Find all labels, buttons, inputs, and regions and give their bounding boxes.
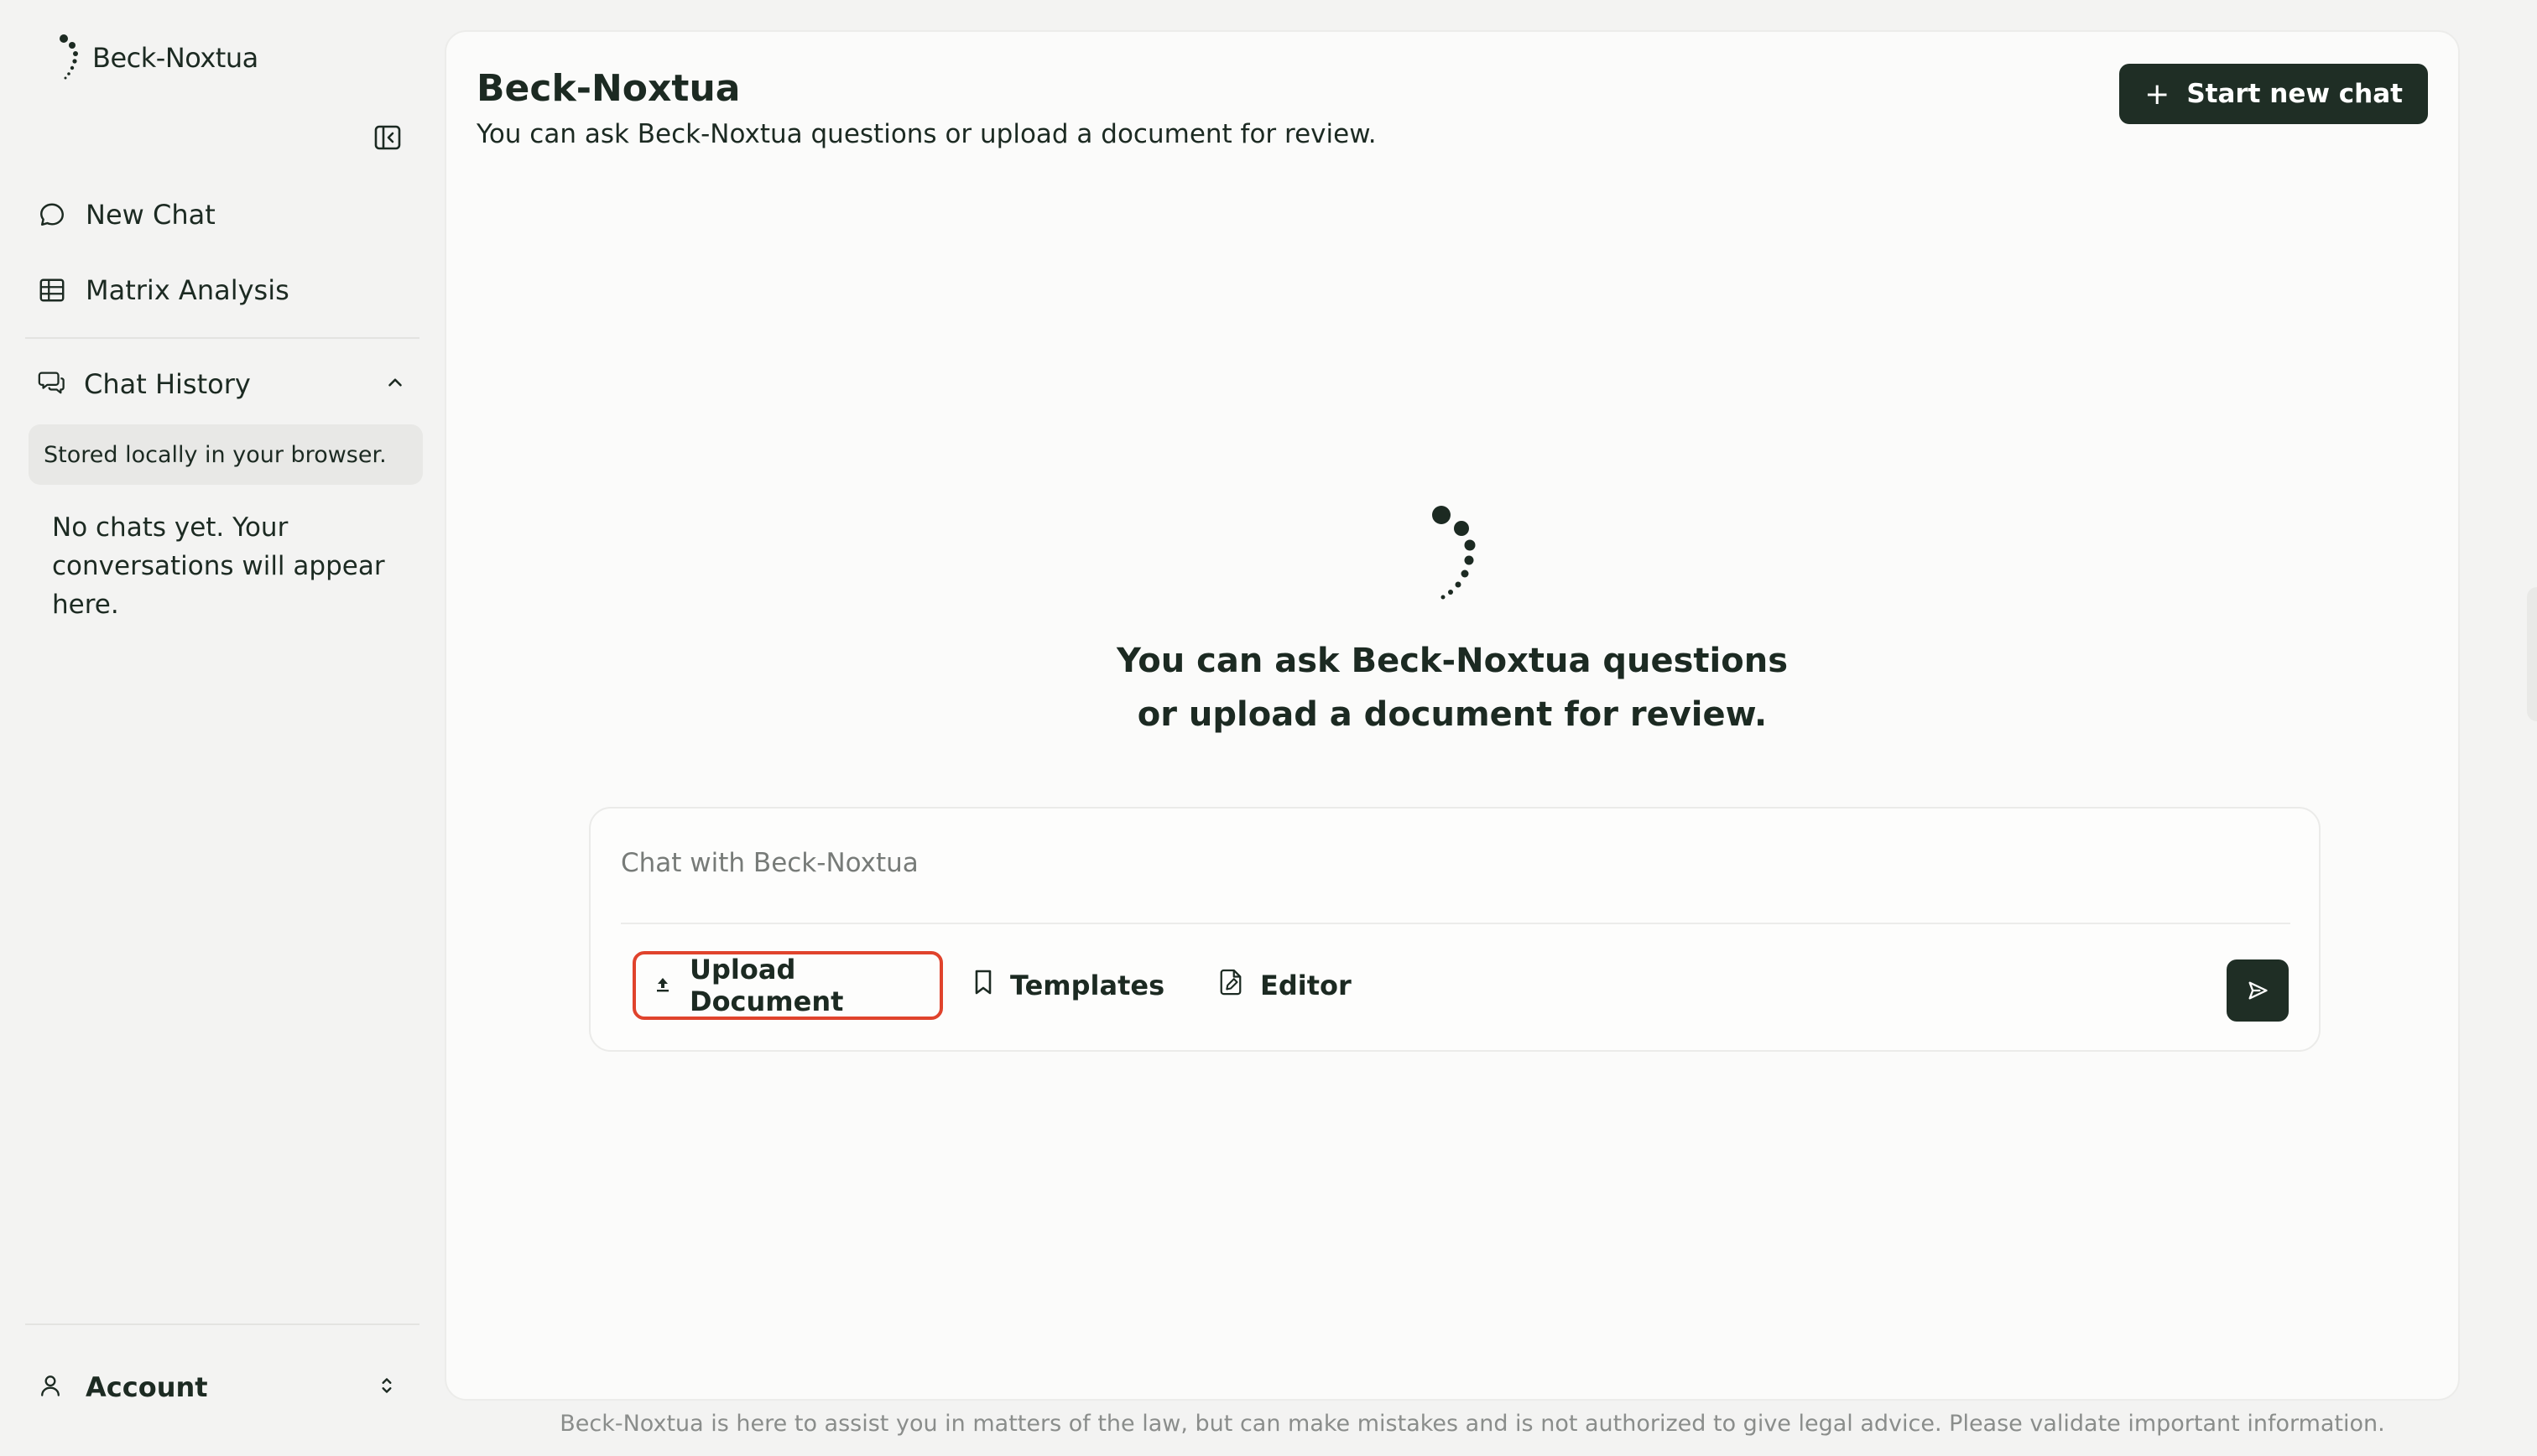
- upload-document-button[interactable]: Upload Document: [633, 951, 943, 1020]
- hero-line-1: You can ask Beck-Noxtua questions: [1116, 642, 1789, 680]
- empty-chats-message: No chats yet. Your conversations will ap…: [52, 512, 385, 620]
- chat-bubble-icon: [37, 200, 67, 230]
- legal-disclaimer: Beck-Noxtua is here to assist you in mat…: [560, 1411, 2385, 1437]
- table-grid-icon: [37, 275, 67, 305]
- sidebar-divider-bottom: [25, 1323, 419, 1325]
- templates-button[interactable]: Templates: [973, 951, 1164, 1020]
- chat-composer: Upload Document Templates: [589, 807, 2321, 1052]
- page-subtitle: You can ask Beck-Noxtua questions or upl…: [477, 119, 1377, 149]
- chat-input[interactable]: [621, 834, 2290, 892]
- start-new-chat-label: Start new chat: [2186, 79, 2403, 109]
- file-edit-icon: [1218, 968, 1243, 1003]
- upload-icon: [653, 970, 673, 1001]
- storage-note: Stored locally in your browser.: [29, 424, 423, 485]
- chat-history-label: Chat History: [84, 368, 251, 400]
- brand-logo[interactable]: Beck-Noxtua: [59, 34, 258, 82]
- sidebar-divider: [25, 337, 419, 339]
- brand-name: Beck-Noxtua: [92, 42, 258, 74]
- send-icon: [2248, 981, 2268, 1000]
- logo-mark-icon: [1432, 506, 1476, 600]
- side-panel-handle[interactable]: [2527, 587, 2537, 721]
- send-button[interactable]: [2227, 959, 2289, 1022]
- sidebar: Beck-Noxtua New Chat Matrix Analysis Cha…: [0, 0, 445, 1456]
- composer-divider: [621, 923, 2290, 924]
- sidebar-item-new-chat[interactable]: New Chat: [37, 191, 216, 238]
- sidebar-item-label: Matrix Analysis: [86, 274, 289, 306]
- chevron-up-icon: [384, 372, 406, 397]
- app-root: Beck-Noxtua New Chat Matrix Analysis Cha…: [0, 0, 2537, 1456]
- templates-label: Templates: [1010, 970, 1165, 1001]
- bookmark-icon: [973, 969, 993, 1002]
- account-label: Account: [86, 1371, 208, 1403]
- sidebar-item-matrix-analysis[interactable]: Matrix Analysis: [37, 267, 289, 314]
- collapse-sidebar-button[interactable]: [372, 122, 403, 153]
- hero-message: You can ask Beck-Noxtua questions or upl…: [446, 634, 2458, 741]
- chat-history-icon: [37, 368, 65, 400]
- editor-button[interactable]: Editor: [1218, 951, 1352, 1020]
- chat-history-toggle[interactable]: Chat History: [37, 361, 406, 408]
- sidebar-item-label: New Chat: [86, 199, 216, 231]
- page-title: Beck-Noxtua: [477, 67, 741, 110]
- start-new-chat-button[interactable]: + Start new chat: [2119, 64, 2428, 124]
- account-menu-button[interactable]: Account: [37, 1362, 398, 1412]
- main-panel: Beck-Noxtua You can ask Beck-Noxtua ques…: [445, 30, 2460, 1401]
- chevrons-up-down-icon: [376, 1375, 398, 1400]
- sidebar-collapse-icon: [374, 125, 401, 150]
- hero-line-2: or upload a document for review.: [1137, 695, 1768, 734]
- user-icon: [37, 1372, 64, 1402]
- logo-mark-icon: [60, 34, 78, 80]
- editor-label: Editor: [1260, 970, 1352, 1001]
- plus-icon: +: [2144, 76, 2170, 112]
- upload-document-label: Upload Document: [690, 954, 844, 1017]
